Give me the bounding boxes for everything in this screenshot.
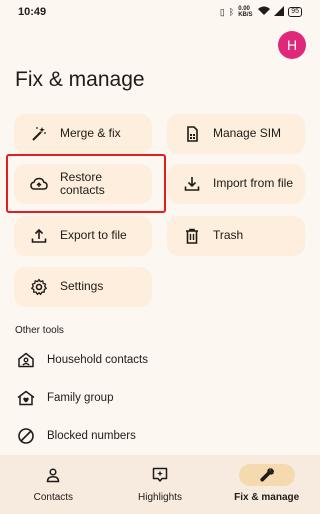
nav-contacts-label: Contacts: [33, 492, 74, 503]
household-contacts-item[interactable]: Household contacts: [0, 342, 320, 378]
blocked-numbers-label: Blocked numbers: [47, 430, 136, 442]
settings-button[interactable]: Settings: [14, 267, 152, 307]
merge-fix-button[interactable]: Merge & fix: [14, 114, 152, 154]
blocked-numbers-item[interactable]: Blocked numbers: [0, 418, 320, 454]
manage-sim-button[interactable]: Manage SIM: [167, 114, 305, 154]
battery-indicator: 95: [288, 7, 302, 17]
network-speed: 0.00 KB/S: [238, 6, 253, 18]
family-home-icon: [17, 389, 35, 407]
status-icons: ▯ ᛒ 0.00 KB/S 95: [220, 6, 302, 18]
trash-button[interactable]: Trash: [167, 216, 305, 256]
import-from-file-button[interactable]: Import from file: [167, 164, 305, 204]
family-group-item[interactable]: Family group: [0, 380, 320, 416]
nav-highlights[interactable]: Highlights: [107, 455, 214, 514]
nav-fix-manage[interactable]: Fix & manage: [213, 455, 320, 514]
magic-wand-icon: [30, 125, 48, 143]
status-bar: 10:49 ▯ ᛒ 0.00 KB/S 95: [0, 0, 320, 24]
upload-icon: [30, 227, 48, 245]
account-avatar[interactable]: H: [278, 31, 306, 59]
highlight-annotation-box: [6, 154, 166, 213]
highlights-icon: [132, 464, 188, 486]
bottom-navigation: Contacts Highlights Fix & manage: [0, 455, 320, 514]
manage-sim-label: Manage SIM: [213, 126, 282, 141]
gear-icon: [30, 278, 48, 296]
export-to-file-label: Export to file: [60, 228, 127, 243]
nav-contacts[interactable]: Contacts: [0, 455, 107, 514]
trash-label: Trash: [213, 228, 244, 243]
person-icon: [25, 464, 81, 486]
settings-label: Settings: [60, 279, 104, 294]
wifi-icon: [258, 6, 271, 18]
signal-icon: [274, 6, 285, 18]
other-tools-heading: Other tools: [15, 325, 64, 336]
trash-icon: [183, 227, 201, 245]
vibrate-icon: ▯: [219, 6, 225, 17]
status-time: 10:49: [18, 6, 47, 18]
sim-card-icon: [183, 125, 201, 143]
page-title: Fix & manage: [15, 68, 145, 91]
home-person-icon: [17, 351, 35, 369]
download-icon: [183, 175, 201, 193]
import-from-file-label: Import from file: [213, 176, 294, 191]
export-to-file-button[interactable]: Export to file: [14, 216, 152, 256]
family-group-label: Family group: [47, 392, 114, 404]
nav-highlights-label: Highlights: [138, 492, 182, 503]
household-contacts-label: Household contacts: [47, 354, 149, 366]
bluetooth-icon: ᛒ: [228, 7, 235, 17]
wrench-icon: [238, 464, 295, 486]
block-icon: [17, 427, 35, 445]
merge-fix-label: Merge & fix: [60, 126, 121, 141]
nav-fix-manage-label: Fix & manage: [234, 492, 300, 503]
